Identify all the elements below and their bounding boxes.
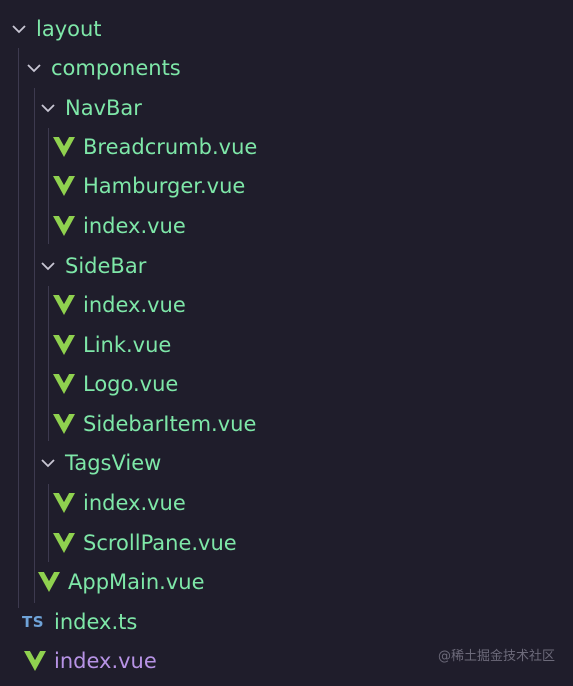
tree-item-label: Logo.vue [83,371,179,396]
vue-file-icon [38,571,60,593]
tree-file-tagsview-index-vue[interactable]: index.vue [0,484,573,522]
tree-folder-navbar[interactable]: NavBar [0,89,573,127]
tree-file-navbar-index-vue[interactable]: index.vue [0,207,573,245]
vue-file-icon [24,650,46,672]
tree-file-breadcrumb-vue[interactable]: Breadcrumb.vue [0,128,573,166]
tree-item-label: TagsView [65,450,162,475]
tree-file-sidebaritem-vue[interactable]: SidebarItem.vue [0,405,573,443]
tree-item-label: Link.vue [83,332,172,357]
tree-item-label: index.vue [83,490,186,515]
tree-folder-tagsview[interactable]: TagsView [0,444,573,482]
tree-item-label: index.vue [83,213,186,238]
tree-item-label: index.ts [54,609,138,634]
vue-file-icon [53,334,75,356]
tree-item-label: SideBar [65,253,147,278]
tree-item-label: index.vue [54,648,157,673]
tree-item-label: index.vue [83,292,186,317]
watermark: @稀土掘金技术社区 [437,649,555,664]
tree-file-link-vue[interactable]: Link.vue [0,326,573,364]
tree-file-scrollpane-vue[interactable]: ScrollPane.vue [0,524,573,562]
tree-item-label: SidebarItem.vue [83,411,257,436]
tree-folder-layout[interactable]: layout [0,10,573,48]
vue-file-icon [53,294,75,316]
tree-file-hamburger-vue[interactable]: Hamburger.vue [0,167,573,205]
typescript-file-icon: TS [21,613,45,631]
chevron-down-icon[interactable] [23,57,45,79]
vue-file-icon [53,532,75,554]
tree-file-appmain-vue[interactable]: AppMain.vue [0,563,573,601]
tree-item-label: Hamburger.vue [83,173,246,198]
tree-folder-sidebar[interactable]: SideBar [0,247,573,285]
chevron-down-icon[interactable] [8,18,30,40]
vue-file-icon [53,373,75,395]
tree-folder-components[interactable]: components [0,49,573,87]
tree-item-label: Breadcrumb.vue [83,134,258,159]
file-explorer-tree: layout components NavBar Breadcrumb.vue … [0,0,573,686]
tree-file-index-ts[interactable]: TS index.ts [0,603,573,641]
tree-file-sidebar-index-vue[interactable]: index.vue [0,286,573,324]
vue-file-icon [53,175,75,197]
vue-file-icon [53,136,75,158]
chevron-down-icon[interactable] [37,452,59,474]
vue-file-icon [53,413,75,435]
vue-file-icon [53,492,75,514]
tree-item-label: AppMain.vue [68,569,205,594]
vue-file-icon [53,215,75,237]
tree-item-label: ScrollPane.vue [83,530,237,555]
chevron-down-icon[interactable] [37,97,59,119]
tree-row-cut-off[interactable] [0,0,573,8]
tree-item-label: components [51,55,181,80]
tree-file-logo-vue[interactable]: Logo.vue [0,365,573,403]
tree-item-label: NavBar [65,95,142,120]
tree-item-label: layout [36,16,102,41]
chevron-down-icon[interactable] [37,255,59,277]
